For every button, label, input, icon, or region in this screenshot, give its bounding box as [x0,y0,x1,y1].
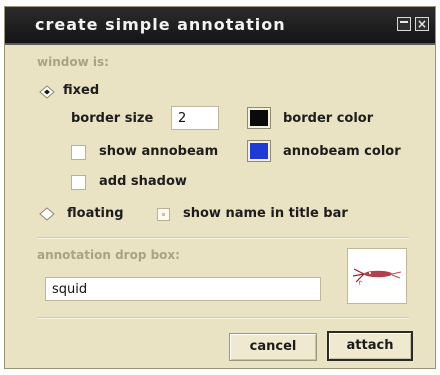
border-size-input[interactable] [171,106,219,130]
border-color-label: border color [283,111,374,126]
window-title: create simple annotation [35,15,286,34]
show-annobeam-label: show annobeam [99,144,219,159]
title-bar[interactable]: create simple annotation × [5,7,435,45]
annobeam-color-swatch[interactable] [247,140,271,162]
border-color-fill [250,110,268,126]
divider [37,317,409,319]
drop-box-thumbnail[interactable] [347,248,407,304]
minimize-icon[interactable] [397,17,411,31]
show-name-checkbox[interactable] [157,208,170,221]
divider [37,237,409,239]
fixed-label: fixed [63,83,100,98]
floating-radio[interactable] [39,207,55,221]
border-size-label: border size [71,111,154,126]
add-shadow-checkbox[interactable] [71,175,86,190]
add-shadow-label: add shadow [99,174,187,189]
drop-box-input[interactable] [45,277,321,301]
squid-thumbnail-icon [352,268,402,286]
annotation-dialog: create simple annotation × window is: fi… [4,6,436,369]
show-annobeam-checkbox[interactable] [71,145,86,160]
close-icon[interactable]: × [415,17,429,31]
annobeam-color-fill [250,143,268,159]
drop-box-heading: annotation drop box: [37,248,180,262]
window-is-heading: window is: [37,55,109,69]
fixed-radio[interactable] [39,85,55,99]
cancel-button[interactable]: cancel [229,333,317,361]
annobeam-color-label: annobeam color [283,144,401,159]
border-color-swatch[interactable] [247,107,271,129]
show-name-label: show name in title bar [183,206,348,221]
floating-label: floating [67,206,124,221]
attach-button[interactable]: attach [327,331,413,361]
